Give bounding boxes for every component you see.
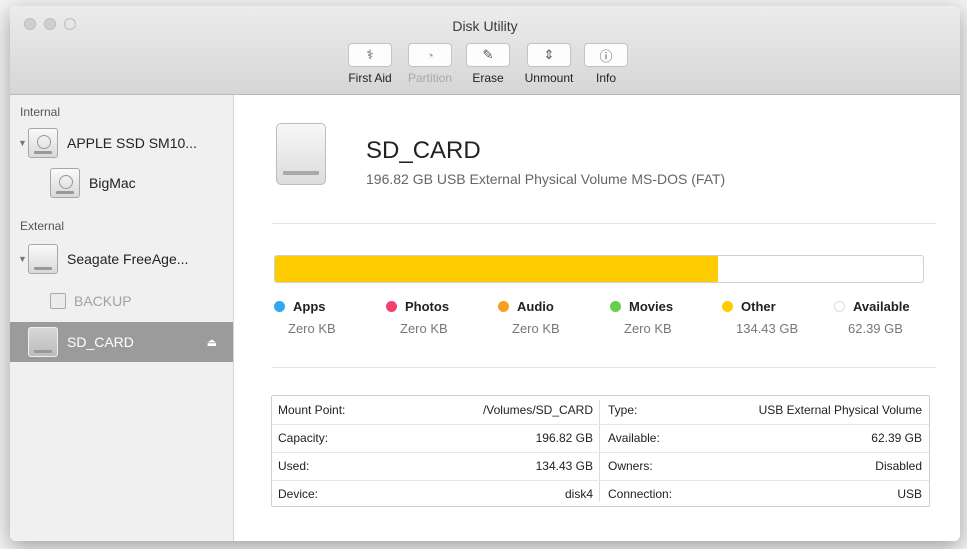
toolbar-buttons: ⚕ First Aid ◔ Partition ✎ Erase ⇕ Unmoun… [340, 43, 630, 85]
available-color-dot [834, 301, 845, 312]
audio-color-dot [498, 301, 509, 312]
owners-label: Owners: [608, 459, 653, 473]
disclosure-triangle-icon[interactable]: ▼ [18, 138, 28, 148]
used-value: 134.43 GB [535, 459, 593, 473]
legend-other: Other 134.43 GB [722, 299, 832, 336]
first-aid-label: First Aid [348, 71, 392, 85]
internal-disk-icon [28, 128, 58, 158]
legend-value: 134.43 GB [736, 321, 799, 336]
available-value: 62.39 GB [871, 431, 922, 445]
legend-value: Zero KB [512, 321, 560, 336]
partition-icon[interactable]: ◔ [408, 43, 452, 67]
divider [272, 223, 936, 224]
sidebar-item-label: SD_CARD [67, 334, 134, 350]
volume-info-table: Mount Point: /Volumes/SD_CARD Capacity: … [271, 395, 930, 507]
disk-utility-window: Disk Utility ⚕ First Aid ◔ Partition ✎ E… [10, 6, 960, 541]
volume-description: 196.82 GB USB External Physical Volume M… [366, 171, 726, 187]
legend-photos: Photos Zero KB [386, 299, 496, 336]
volume-icon [50, 168, 80, 198]
unmount-icon[interactable]: ⇕ [527, 43, 571, 67]
capacity-label: Capacity: [278, 431, 329, 445]
eject-icon[interactable]: ⏏ [207, 336, 217, 349]
sidebar-item-label: Seagate FreeAge... [67, 251, 189, 267]
connection-value: USB [897, 487, 922, 501]
type-value: USB External Physical Volume [758, 403, 922, 417]
available-label: Available: [608, 431, 660, 445]
device-label: Device: [278, 487, 319, 501]
sidebar-item-bigmac[interactable]: BigMac [10, 163, 233, 203]
mount-point-value: /Volumes/SD_CARD [482, 403, 593, 417]
sidebar-section-internal: Internal [20, 105, 61, 119]
legend-value: Zero KB [400, 321, 448, 336]
sidebar: Internal ▼ APPLE SSD SM10... BigMac Exte… [10, 95, 234, 541]
unmount-label: Unmount [524, 71, 574, 85]
photos-color-dot [386, 301, 397, 312]
partition-button[interactable]: ◔ Partition [400, 43, 460, 85]
sidebar-item-label: BACKUP [74, 293, 132, 309]
legend-audio: Audio Zero KB [498, 299, 608, 336]
stethoscope-icon[interactable]: ⚕ [348, 43, 392, 67]
movies-color-dot [610, 301, 621, 312]
legend-available: Available 62.39 GB [834, 299, 944, 336]
connection-label: Connection: [608, 487, 673, 501]
sidebar-section-external: External [20, 219, 65, 233]
sidebar-item-label: BigMac [89, 175, 136, 191]
legend-value: Zero KB [288, 321, 336, 336]
device-value: disk4 [564, 487, 593, 501]
owners-value: Disabled [875, 459, 922, 473]
unmount-button[interactable]: ⇕ Unmount [516, 43, 582, 85]
unmounted-volume-icon [50, 293, 66, 309]
external-disk-icon [28, 244, 58, 274]
column-divider [599, 400, 600, 502]
usage-legend: Apps Zero KB Photos Zero KB Audio Zero K… [274, 299, 924, 339]
legend-value: 62.39 GB [848, 321, 903, 336]
legend-value: Zero KB [624, 321, 672, 336]
divider [272, 367, 936, 368]
window-title: Disk Utility [452, 18, 518, 34]
type-label: Type: [608, 403, 638, 417]
legend-apps: Apps Zero KB [274, 299, 384, 336]
legend-movies: Movies Zero KB [610, 299, 720, 336]
mount-point-label: Mount Point: [278, 403, 346, 417]
usage-fill-other [275, 256, 718, 282]
sidebar-item-label: APPLE SSD SM10... [67, 135, 197, 151]
external-disk-large-icon [276, 123, 326, 185]
storage-usage-bar [274, 255, 924, 283]
sidebar-item-apple-ssd[interactable]: ▼ APPLE SSD SM10... [10, 123, 233, 163]
erase-icon[interactable]: ✎ [466, 43, 510, 67]
external-disk-icon [28, 327, 58, 357]
info-button[interactable]: ⓘ Info [582, 43, 630, 85]
erase-button[interactable]: ✎ Erase [460, 43, 516, 85]
sidebar-item-seagate[interactable]: ▼ Seagate FreeAge... [10, 239, 233, 279]
sidebar-item-backup[interactable]: BACKUP [10, 281, 233, 321]
disclosure-triangle-icon[interactable]: ▼ [18, 254, 28, 264]
erase-label: Erase [472, 71, 504, 85]
toolbar: Disk Utility ⚕ First Aid ◔ Partition ✎ E… [10, 6, 960, 95]
first-aid-button[interactable]: ⚕ First Aid [340, 43, 400, 85]
partition-label: Partition [407, 71, 453, 85]
used-label: Used: [278, 459, 310, 473]
info-icon[interactable]: ⓘ [584, 43, 628, 67]
volume-detail-pane: SD_CARD 196.82 GB USB External Physical … [234, 95, 960, 541]
other-color-dot [722, 301, 733, 312]
volume-name: SD_CARD [366, 137, 481, 164]
info-label: Info [595, 71, 616, 85]
sidebar-item-sd-card[interactable]: SD_CARD ⏏ [10, 322, 233, 362]
capacity-value: 196.82 GB [535, 431, 593, 445]
apps-color-dot [274, 301, 285, 312]
